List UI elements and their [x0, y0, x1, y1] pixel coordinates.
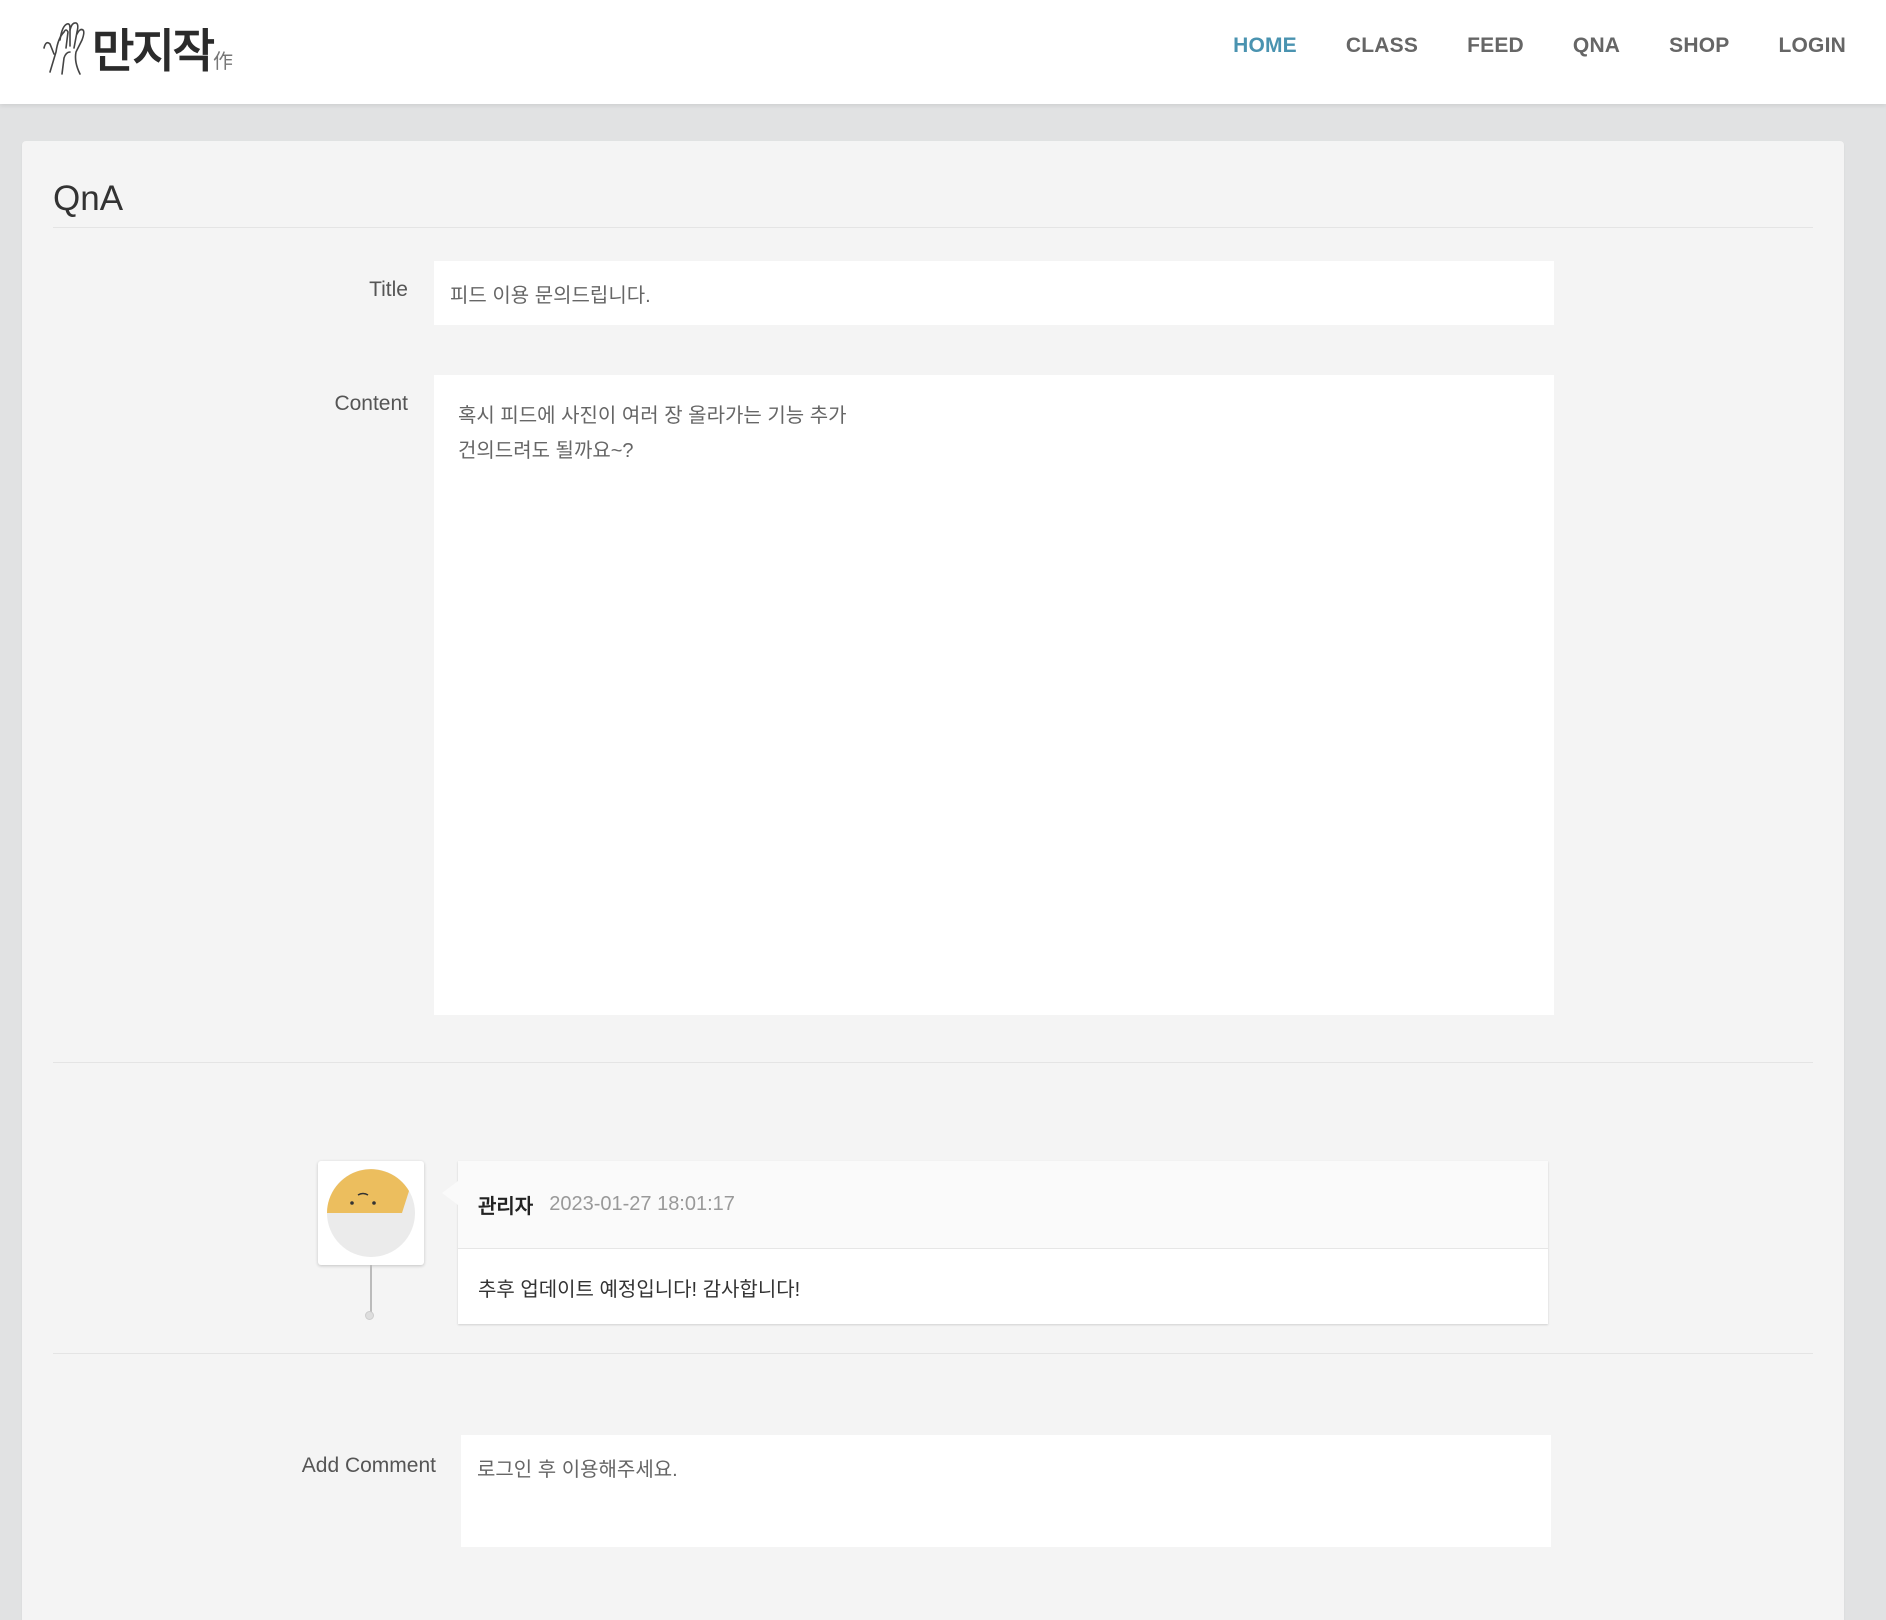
nav-class[interactable]: CLASS [1346, 34, 1418, 58]
comment-author: 관리자 [478, 1196, 534, 1218]
content-divider [53, 1062, 1813, 1063]
title-divider [53, 227, 1813, 228]
top-navigation-bar: 만지작 作 HOME CLASS FEED QNA SHOP LOGIN [0, 0, 1886, 104]
title-label: Title [369, 278, 408, 301]
content-label: Content [334, 392, 408, 415]
main-nav: HOME CLASS FEED QNA SHOP LOGIN [1184, 34, 1846, 58]
nav-login[interactable]: LOGIN [1779, 34, 1847, 58]
logo-wordmark: 만지작 [92, 24, 215, 78]
logo-subscript: 作 [212, 48, 233, 73]
comment-header: 관리자 2023-01-27 18:01:17 [458, 1161, 1548, 1249]
timeline-line [370, 1265, 372, 1317]
sleepy-face-icon [327, 1169, 415, 1257]
timeline-dot [365, 1311, 374, 1320]
add-comment-label: Add Comment [301, 1454, 436, 1477]
comment-divider [53, 1353, 1813, 1354]
page-title: QnA [53, 179, 124, 218]
add-comment-field[interactable]: 로그인 후 이용해주세요. [461, 1435, 1551, 1547]
comment-card: 관리자 2023-01-27 18:01:17 추후 업데이트 예정입니다! 감… [442, 1161, 1548, 1324]
content-field: 혹시 피드에 사진이 여러 장 올라가는 기능 추가 건의드려도 될까요~? [434, 375, 1554, 1015]
avatar [318, 1161, 424, 1265]
nav-home[interactable]: HOME [1233, 34, 1297, 58]
hands-logo-icon [43, 22, 85, 75]
qna-detail-panel: QnA Title 피드 이용 문의드립니다. Content 혹시 피드에 사… [22, 141, 1844, 1620]
nav-qna[interactable]: QNA [1573, 34, 1620, 58]
nav-shop[interactable]: SHOP [1669, 34, 1729, 58]
nav-feed[interactable]: FEED [1467, 34, 1524, 58]
site-logo[interactable]: 만지작 作 [40, 16, 240, 80]
title-field: 피드 이용 문의드립니다. [434, 261, 1554, 325]
comment-date: 2023-01-27 18:01:17 [549, 1193, 735, 1215]
comment-text: 추후 업데이트 예정입니다! 감사합니다! [478, 1279, 801, 1301]
